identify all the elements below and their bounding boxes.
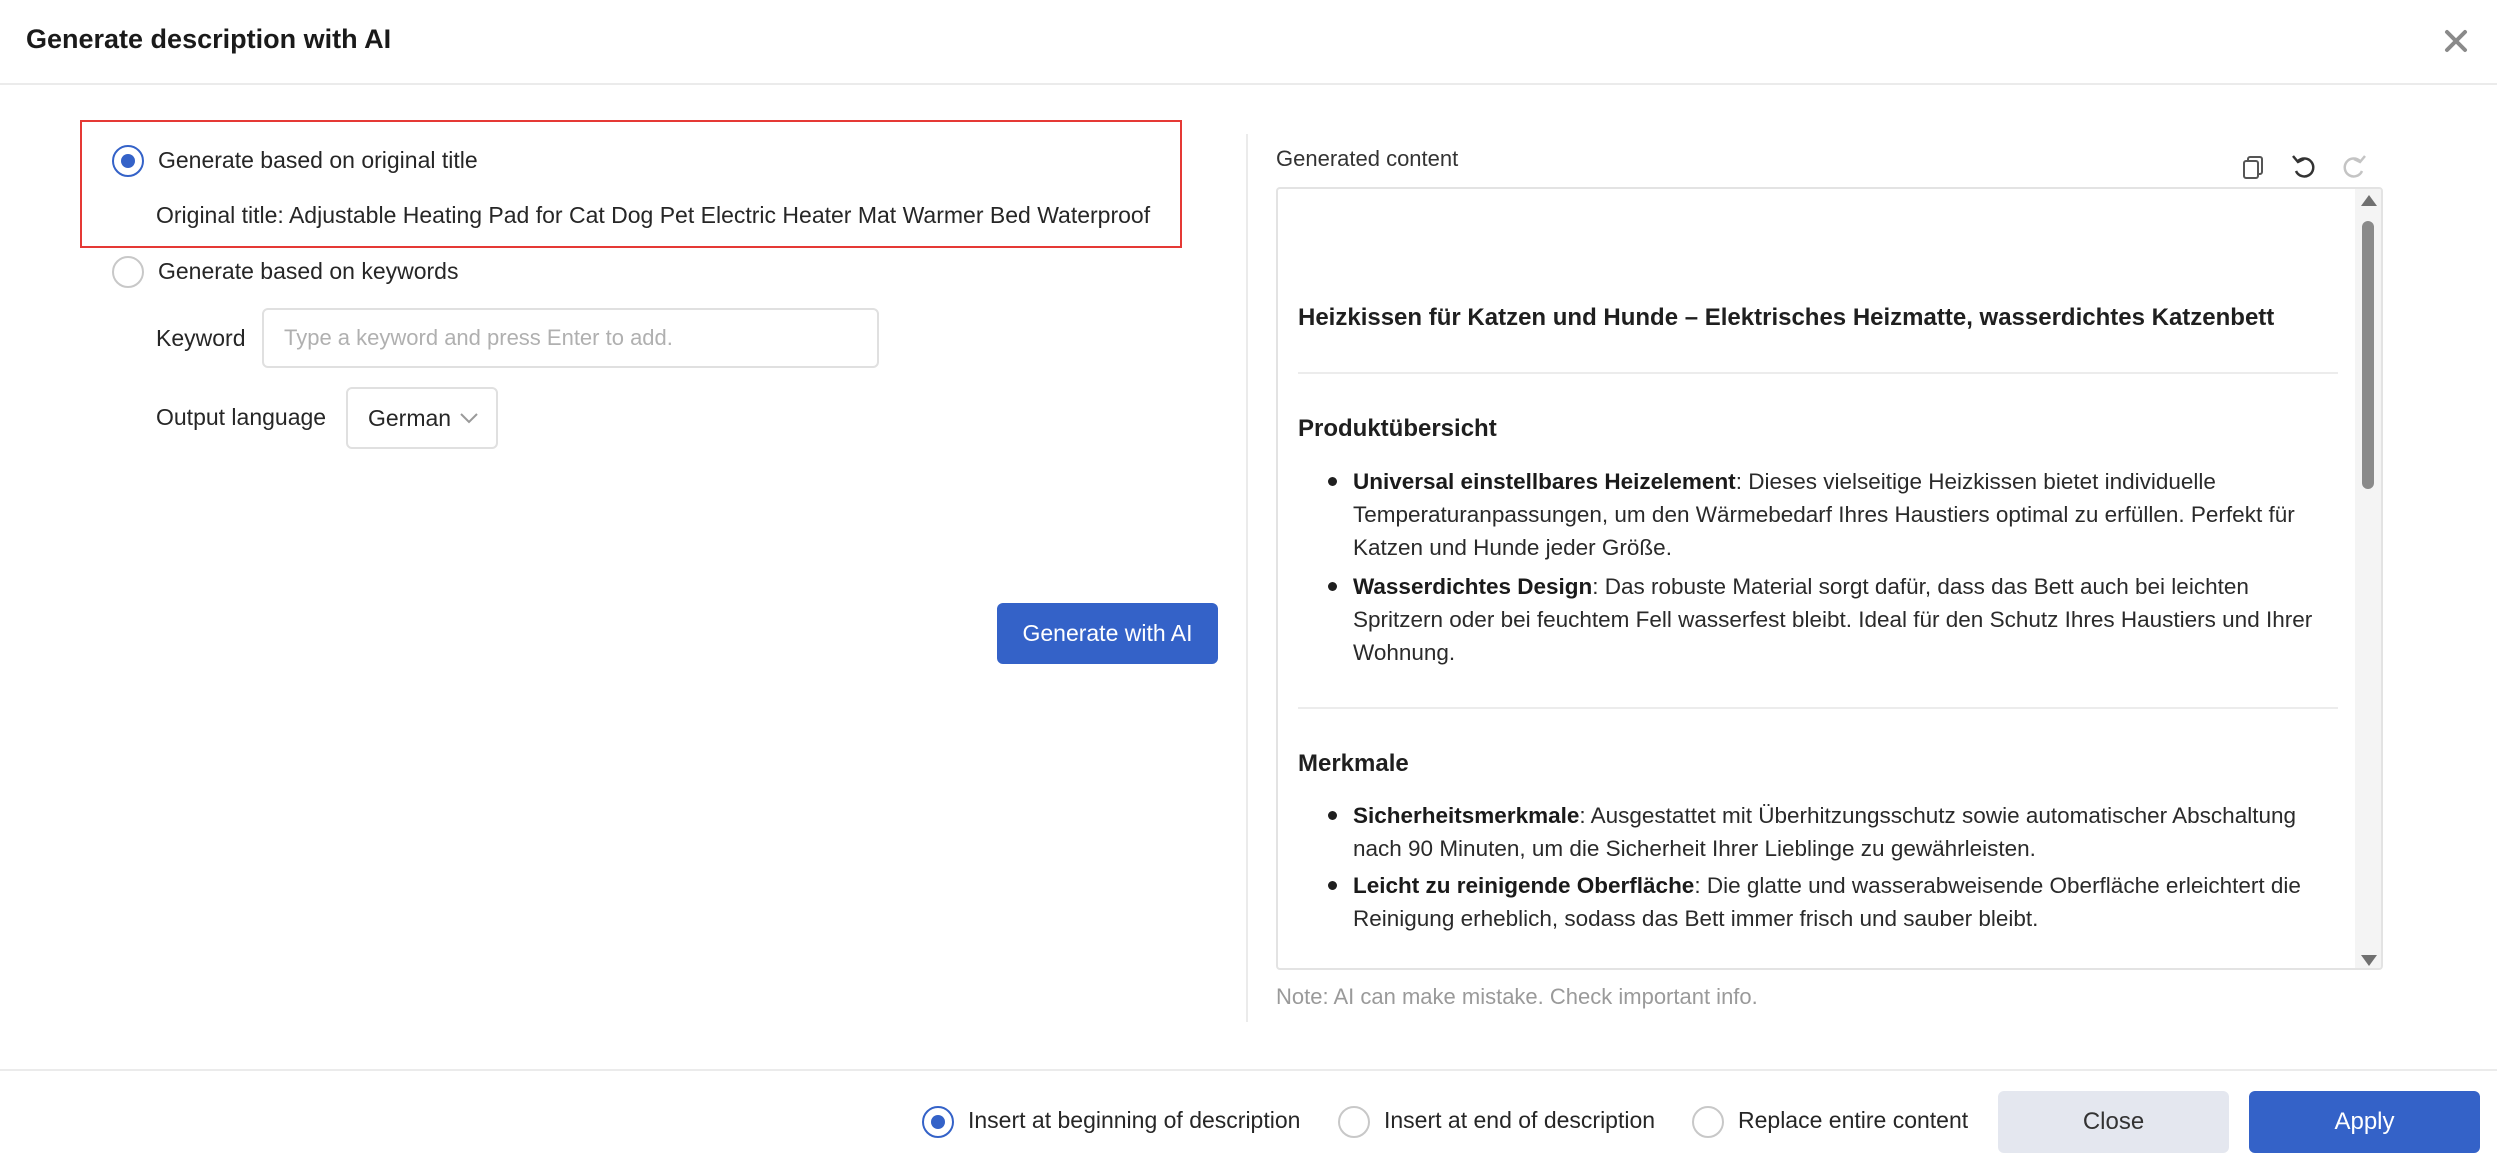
scroll-down-arrow-icon[interactable] bbox=[2361, 955, 2377, 966]
list-item: Sicherheitsmerkmale: Ausgestattet mit Üb… bbox=[1328, 799, 2338, 865]
content-scrollbar[interactable] bbox=[2355, 189, 2381, 968]
dialog-title: Generate description with AI bbox=[26, 24, 392, 54]
keyword-input[interactable] bbox=[262, 308, 879, 368]
list-item: Universal einstellbares Heizelement: Die… bbox=[1328, 465, 2338, 564]
ai-description-dialog: Generate description with AI Generate ba… bbox=[0, 0, 2497, 1165]
list-item: Wasserdichtes Design: Das robuste Materi… bbox=[1328, 570, 2338, 669]
dialog-header: Generate description with AI bbox=[0, 0, 2497, 85]
chevron-down-icon bbox=[460, 411, 478, 425]
original-title-text: Original title: Adjustable Heating Pad f… bbox=[156, 202, 1151, 228]
generation-options-panel: Generate based on original title Origina… bbox=[0, 85, 1245, 1070]
generated-content-panel: Generated content Heizkissen für Katzen … bbox=[1276, 134, 2386, 1034]
option-keywords-label[interactable]: Generate based on keywords bbox=[158, 258, 458, 285]
undo-icon[interactable] bbox=[2289, 152, 2319, 182]
close-icon[interactable] bbox=[2441, 26, 2471, 56]
radio-insert-end[interactable] bbox=[1338, 1106, 1370, 1138]
list-item: Leicht zu reinigende Oberfläche: Die gla… bbox=[1328, 869, 2338, 935]
ai-disclaimer-note: Note: AI can make mistake. Check importa… bbox=[1276, 984, 1758, 1009]
section-title-overview: Produktübersicht bbox=[1298, 415, 1497, 442]
scroll-up-arrow-icon[interactable] bbox=[2361, 195, 2377, 206]
output-language-label: Output language bbox=[156, 404, 327, 430]
content-divider bbox=[1298, 372, 2338, 374]
scrollbar-thumb[interactable] bbox=[2362, 221, 2374, 489]
replace-content-label[interactable]: Replace entire content bbox=[1738, 1107, 1968, 1134]
insert-beginning-label[interactable]: Insert at beginning of description bbox=[968, 1107, 1300, 1134]
option-original-title-label[interactable]: Generate based on original title bbox=[158, 147, 478, 174]
output-language-select[interactable]: German bbox=[346, 387, 498, 449]
radio-replace-content[interactable] bbox=[1692, 1106, 1724, 1138]
keyword-label: Keyword bbox=[156, 325, 246, 351]
content-heading: Heizkissen für Katzen und Hunde – Elektr… bbox=[1298, 304, 2275, 331]
radio-original-title[interactable] bbox=[112, 145, 144, 177]
insert-end-label[interactable]: Insert at end of description bbox=[1384, 1107, 1655, 1134]
content-divider bbox=[1298, 707, 2338, 709]
generated-content-label: Generated content bbox=[1276, 146, 1459, 171]
copy-icon[interactable] bbox=[2239, 152, 2269, 182]
generated-content-editor[interactable]: Heizkissen für Katzen und Hunde – Elektr… bbox=[1276, 187, 2383, 970]
output-language-value: German bbox=[368, 405, 452, 431]
close-button[interactable]: Close bbox=[1998, 1091, 2229, 1153]
generated-content-body: Heizkissen für Katzen und Hunde – Elektr… bbox=[1298, 189, 2342, 968]
section-title-features: Merkmale bbox=[1298, 750, 1409, 777]
generate-with-ai-button[interactable]: Generate with AI bbox=[997, 603, 1218, 664]
apply-button[interactable]: Apply bbox=[2249, 1091, 2480, 1153]
radio-insert-beginning[interactable] bbox=[922, 1106, 954, 1138]
dialog-footer: Insert at beginning of description Inser… bbox=[0, 1069, 2497, 1165]
redo-icon[interactable] bbox=[2339, 152, 2369, 182]
radio-keywords[interactable] bbox=[112, 256, 144, 288]
panel-divider bbox=[1246, 134, 1248, 1022]
